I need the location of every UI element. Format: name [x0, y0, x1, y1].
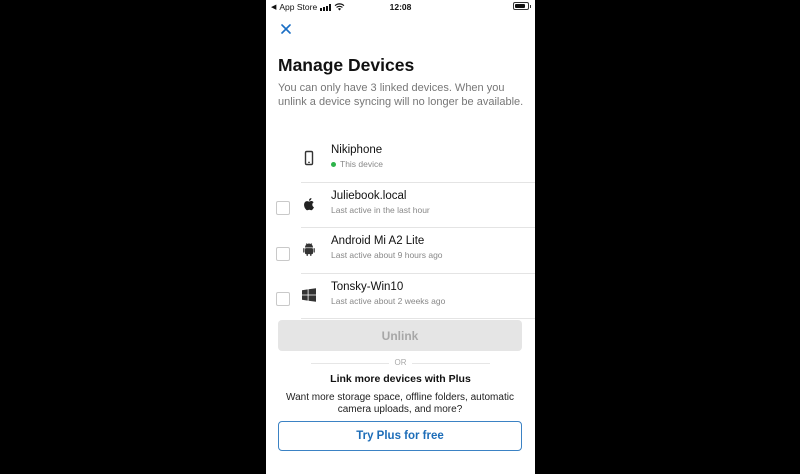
close-button[interactable]: [278, 20, 294, 38]
close-icon: [281, 24, 291, 34]
device-status-text: Last active in the last hour: [331, 204, 430, 215]
device-list: Nikiphone This device Juliebook.local La…: [266, 137, 535, 319]
plus-description: Want more storage space, offline folders…: [286, 392, 514, 415]
device-select-checkbox[interactable]: [276, 201, 290, 216]
android-icon: [303, 243, 315, 256]
device-status-text: Last active about 2 weeks ago: [331, 295, 446, 306]
or-separator: OR: [311, 357, 490, 369]
try-plus-button[interactable]: Try Plus for free: [278, 421, 522, 451]
device-row-juliebook: Juliebook.local Last active in the last …: [266, 183, 535, 228]
device-status: Last active in the last hour: [331, 205, 430, 215]
page-title: Manage Devices: [278, 55, 415, 75]
battery-icon: [513, 2, 531, 10]
device-status: This device: [331, 159, 383, 169]
online-dot-icon: [331, 161, 336, 167]
device-status-text: Last active about 9 hours ago: [331, 250, 443, 260]
device-name: Juliebook.local: [331, 189, 407, 202]
device-select-checkbox[interactable]: [276, 246, 290, 261]
status-time: 12:08: [389, 2, 412, 12]
device-status: Last active about 9 hours ago: [331, 250, 443, 260]
device-name: Tonsky-Win10: [331, 280, 404, 293]
plus-title: Link more devices with Plus: [330, 373, 471, 385]
unlink-button[interactable]: Unlink: [278, 320, 522, 351]
page-description: You can only have 3 linked devices. When…: [278, 82, 524, 108]
battery-level: [515, 4, 526, 8]
apple-icon: [304, 197, 314, 210]
device-row-android: Android Mi A2 Lite Last active about 9 h…: [266, 228, 535, 274]
divider: [301, 318, 535, 319]
divider: [412, 363, 490, 364]
status-bar: ◀ App Store 12:08: [266, 0, 535, 14]
phone-icon: [304, 150, 314, 166]
device-name: Android Mi A2 Lite: [331, 235, 425, 247]
device-row-tonsky: Tonsky-Win10 Last active about 2 weeks a…: [266, 274, 535, 319]
app-screen: ◀ App Store 12:08 Manage Devices You can…: [266, 0, 535, 474]
device-row-nikiphone: Nikiphone This device: [266, 137, 535, 183]
windows-icon: [302, 287, 316, 302]
device-status: Last active about 2 weeks ago: [331, 296, 445, 306]
device-name: Nikiphone: [331, 144, 383, 156]
device-select-checkbox[interactable]: [276, 292, 290, 307]
device-status-text: This device: [340, 159, 383, 169]
